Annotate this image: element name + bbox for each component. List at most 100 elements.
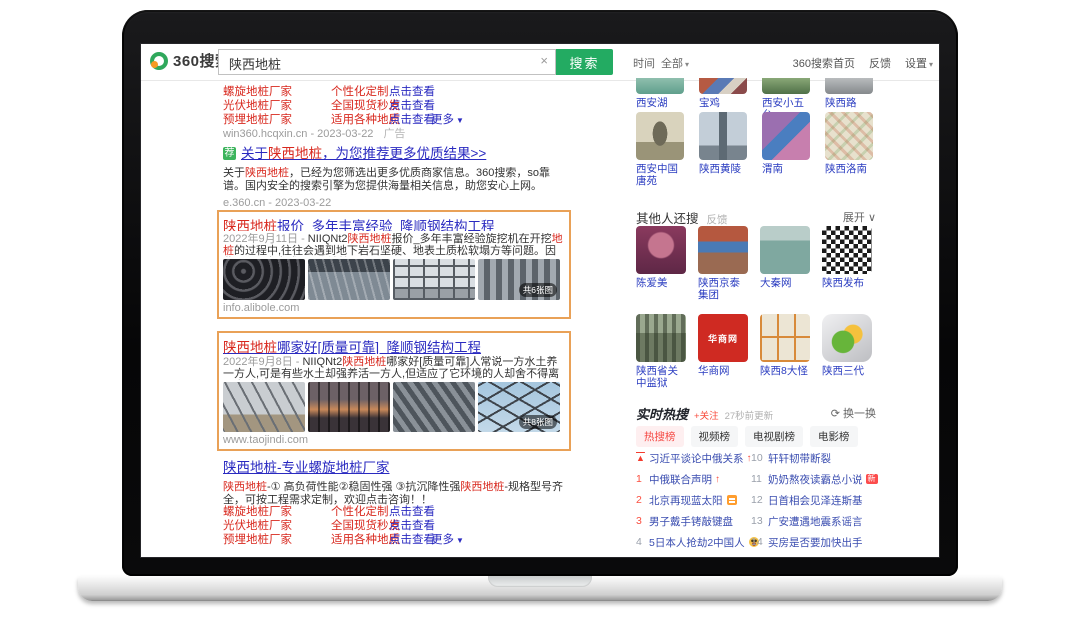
search-header: 360搜索 × 搜索 时间 全部▾ 360搜索首页 反馈 设置▾	[141, 44, 939, 81]
qr-code-image[interactable]	[822, 226, 872, 274]
hot-item[interactable]: 1中俄联合声明↑	[636, 472, 752, 486]
highlighted-result-2: 陕西地桩哪家好[质量可靠]_隆顺钢结构工程 2022年9月8日 - NIIQNt…	[217, 331, 571, 451]
thumbnail-image[interactable]	[223, 259, 305, 300]
result-image[interactable]	[825, 112, 873, 160]
ad-source: win360.hcqxin.cn - 2023-03-22广告	[223, 125, 405, 141]
result-image[interactable]	[699, 78, 747, 94]
image-label[interactable]: 西安中国唐苑	[636, 163, 684, 187]
thumbnail-image[interactable]	[393, 382, 475, 432]
ad-row: 光伏地桩厂家 全国现货秒发 点击查看	[219, 97, 569, 111]
ad-sitelinks-top: 螺旋地桩厂家 个性化定制 点击查看 光伏地桩厂家 全国现货秒发 点击查看 预埋地…	[219, 83, 569, 125]
thumbnail-image[interactable]: 共8张图	[478, 382, 560, 432]
image-label[interactable]: 西安湖	[636, 97, 684, 109]
related-image[interactable]	[636, 314, 686, 362]
result-image[interactable]	[825, 78, 873, 94]
result-image[interactable]	[699, 112, 747, 160]
expand-link[interactable]: 展开 ∨	[843, 209, 876, 225]
huashang-logo-text: 华商网	[708, 332, 738, 345]
hot-item[interactable]: 10轩轩韧带断裂	[751, 451, 879, 465]
thumbnail-image[interactable]	[308, 382, 390, 432]
thumbnail-image[interactable]	[393, 259, 475, 300]
related-image[interactable]	[760, 314, 810, 362]
search-input[interactable]	[227, 52, 531, 74]
related-image[interactable]	[698, 226, 748, 274]
follow-link[interactable]: +关注	[694, 411, 719, 422]
related-item: 华商网 华商网	[698, 314, 748, 389]
update-time: 27秒前更新	[725, 411, 774, 422]
thumbnail-image[interactable]: 共6张图	[478, 259, 560, 300]
hot-list-right: 10轩轩韧带断裂 11奶奶熬夜读霸总小说新 12日首相会见泽连斯基 13广安遭遇…	[751, 451, 879, 556]
related-image[interactable]: 华商网	[698, 314, 748, 362]
time-filter[interactable]: 时间 全部▾	[633, 55, 689, 71]
image-count-badge: 共6张图	[519, 283, 557, 297]
hot-item[interactable]: ▲习近平谈论中俄关系↑	[636, 451, 752, 465]
result-title-link[interactable]: 陕西地桩哪家好[质量可靠]_隆顺钢结构工程	[223, 336, 565, 354]
related-item: 大秦网	[760, 226, 810, 301]
result-image[interactable]	[636, 78, 684, 94]
result-thumbnails: 共8张图	[223, 382, 565, 432]
result-image[interactable]	[762, 78, 810, 94]
result-title-link[interactable]: 关于陕西地桩，为您推荐更多优质结果>>	[241, 146, 486, 161]
hot-item[interactable]: 2北京再现蓝太阳	[636, 493, 752, 507]
related-title: 其他人还搜	[636, 212, 699, 226]
image-label[interactable]: 陕西黄陵	[699, 163, 747, 175]
hot-item[interactable]: 13广安遭遇地震系谣言	[751, 514, 879, 528]
ad-link[interactable]: 预埋地桩厂家	[223, 531, 292, 547]
related-label[interactable]: 陕西发布	[822, 277, 872, 289]
image-result: 陕西洛南	[825, 112, 873, 187]
search-button[interactable]: 搜索	[556, 49, 613, 75]
image-label[interactable]: 宝鸡	[699, 97, 747, 109]
ad-row: 预埋地桩厂家 适用各种地质 点击查看 更多▼	[219, 111, 569, 125]
image-label[interactable]: 陕西路	[825, 97, 873, 109]
related-item: 陕西京泰集团	[698, 226, 748, 301]
result-snippet: 2022年9月11日 - NIIQNt2陕西地桩报价_多年丰富经验旋挖机在开挖地…	[223, 233, 565, 257]
related-label[interactable]: 陕西8大怪	[760, 365, 810, 377]
clear-icon[interactable]: ×	[540, 53, 548, 68]
image-label[interactable]: 陕西洛南	[825, 163, 873, 175]
related-label[interactable]: 陕西三代	[822, 365, 872, 377]
related-image[interactable]	[760, 226, 810, 274]
home-link[interactable]: 360搜索首页	[793, 55, 855, 71]
related-label[interactable]: 陕西省关中监狱	[636, 365, 686, 389]
hot-item[interactable]: 3男子戴手铐敲键盘	[636, 514, 752, 528]
hot-item[interactable]: 14买房是否要加快出手	[751, 535, 879, 549]
thumbnail-image[interactable]	[308, 259, 390, 300]
laptop-screen: 360搜索 × 搜索 时间 全部▾ 360搜索首页 反馈 设置▾ 螺旋地桩厂家 …	[141, 44, 939, 557]
result-title-link[interactable]: 陕西地桩-专业螺旋地桩厂家	[223, 460, 390, 475]
image-result: 渭南	[762, 112, 810, 187]
related-label[interactable]: 陕西京泰集团	[698, 277, 748, 301]
related-image[interactable]	[822, 314, 872, 362]
image-result: 陕西黄陵	[699, 112, 747, 187]
recommend-badge-icon: 荐	[223, 147, 236, 160]
tab-hot[interactable]: 热搜榜	[636, 426, 684, 447]
result-image[interactable]	[762, 112, 810, 160]
related-label[interactable]: 陈爱美	[636, 277, 686, 289]
more-link[interactable]: 更多▼	[431, 111, 464, 127]
hot-list-left: ▲习近平谈论中俄关系↑ 1中俄联合声明↑ 2北京再现蓝太阳 3男子戴手铐敲键盘 …	[636, 451, 752, 556]
thumbnail-image[interactable]	[223, 382, 305, 432]
tab-tv[interactable]: 电视剧榜	[745, 426, 803, 447]
image-label[interactable]: 渭南	[762, 163, 810, 175]
tab-video[interactable]: 视频榜	[691, 426, 739, 447]
hot-item[interactable]: 11奶奶熬夜读霸总小说新	[751, 472, 879, 486]
related-feedback-link[interactable]: 反馈	[707, 214, 728, 226]
more-link[interactable]: 更多▼	[431, 531, 464, 547]
top-pin-icon: ▲	[636, 453, 649, 463]
source-url: www.taojindi.com	[223, 434, 565, 446]
caret-down-icon: ▾	[685, 60, 689, 69]
laptop-base	[78, 576, 1002, 601]
ad-link[interactable]: 点击查看	[389, 531, 435, 547]
result-image[interactable]	[636, 112, 684, 160]
settings-link[interactable]: 设置▾	[905, 55, 933, 71]
related-label[interactable]: 大秦网	[760, 277, 810, 289]
hot-item[interactable]: 12日首相会见泽连斯基	[751, 493, 879, 507]
caret-down-icon: ▼	[456, 116, 464, 125]
related-label[interactable]: 华商网	[698, 365, 748, 377]
feedback-link[interactable]: 反馈	[869, 55, 891, 71]
refresh-link[interactable]: ⟳换一换	[831, 405, 876, 421]
related-image[interactable]	[636, 226, 686, 274]
result-title-link[interactable]: 陕西地桩报价_多年丰富经验_隆顺钢结构工程	[223, 215, 565, 231]
related-searches-header: 其他人还搜反馈 展开 ∨	[636, 208, 876, 227]
hot-item[interactable]: 45日本人抢劫2中国人	[636, 535, 752, 549]
tab-movie[interactable]: 电影榜	[810, 426, 858, 447]
